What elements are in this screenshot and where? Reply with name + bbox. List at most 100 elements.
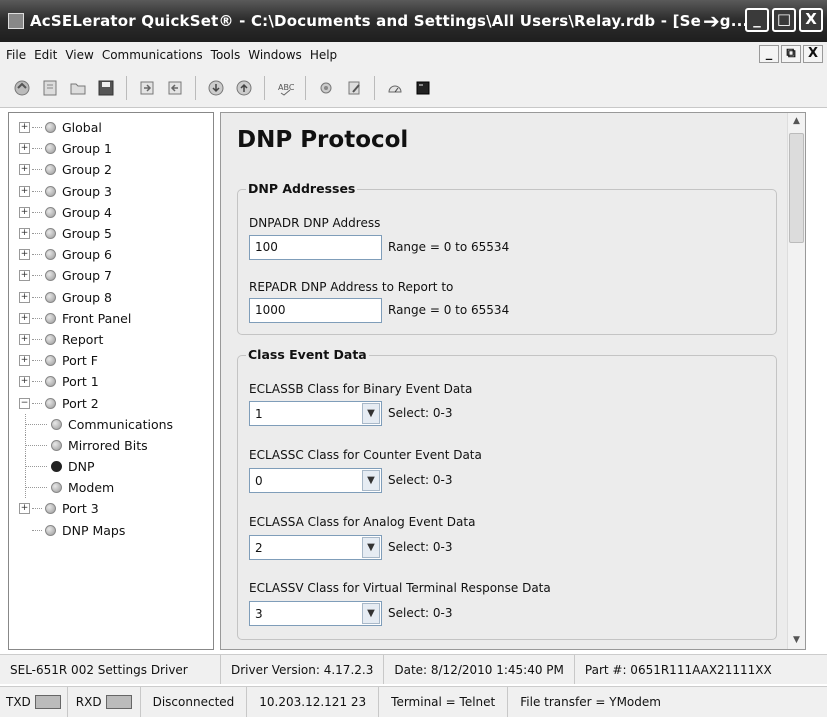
toolbar-separator xyxy=(305,75,306,100)
mdi-restore-button[interactable]: ⧉ xyxy=(781,45,801,63)
node-icon xyxy=(45,397,56,409)
mdi-minimize-button[interactable]: _ xyxy=(759,45,779,63)
dnpadr-input[interactable]: 100 xyxy=(249,235,382,260)
expand-icon[interactable]: + xyxy=(19,270,30,282)
tree-item-group-1[interactable]: + Group 1 xyxy=(9,138,213,159)
arrow-right-icon: ➔ xyxy=(703,9,720,33)
scroll-up-icon[interactable]: ▲ xyxy=(788,113,805,130)
node-icon xyxy=(45,228,56,240)
repadr-label: REPADR DNP Address to Report to xyxy=(249,280,454,294)
tree-connector xyxy=(32,127,42,129)
scroll-down-icon[interactable]: ▼ xyxy=(788,632,805,649)
chevron-down-icon[interactable]: ▼ xyxy=(362,470,380,491)
edit-icon[interactable] xyxy=(342,76,366,100)
tree-item-group-4[interactable]: + Group 4 xyxy=(9,202,213,223)
scroll-thumb[interactable] xyxy=(789,133,804,243)
expand-icon[interactable]: + xyxy=(19,228,30,240)
tree-item-dnp[interactable]: DNP xyxy=(9,456,213,478)
expand-icon[interactable]: + xyxy=(19,333,30,345)
minimize-button[interactable]: _ xyxy=(745,8,769,32)
tree-item-group-5[interactable]: + Group 5 xyxy=(9,223,213,244)
receive-icon[interactable] xyxy=(163,76,187,100)
menu-windows[interactable]: Windows xyxy=(248,48,302,62)
new-icon[interactable] xyxy=(38,76,62,100)
expand-icon[interactable]: + xyxy=(19,291,30,303)
tree-connector xyxy=(32,190,42,192)
eclassv-label: ECLASSV Class for Virtual Terminal Respo… xyxy=(249,581,551,595)
expand-icon[interactable]: + xyxy=(19,312,30,324)
dnpadr-range: Range = 0 to 65534 xyxy=(388,240,510,254)
tree-item-group-6[interactable]: + Group 6 xyxy=(9,244,213,265)
open-icon[interactable] xyxy=(10,76,34,100)
tree-item-label: DNP xyxy=(68,459,95,475)
menu-edit[interactable]: Edit xyxy=(34,48,57,62)
repadr-input[interactable]: 1000 xyxy=(249,298,382,323)
tree-item-port-1[interactable]: + Port 1 xyxy=(9,371,213,392)
terminal-type: Terminal = Telnet xyxy=(379,687,509,717)
expand-icon[interactable]: + xyxy=(19,355,30,367)
spellcheck-icon[interactable]: ABC xyxy=(273,76,297,100)
expand-icon[interactable]: + xyxy=(19,143,30,155)
terminal-icon[interactable] xyxy=(411,76,435,100)
tree-item-port-2[interactable]: − Port 2 xyxy=(9,392,213,413)
menu-help[interactable]: Help xyxy=(310,48,337,62)
eclassv-select[interactable]: 3 ▼ xyxy=(249,601,382,626)
eclassc-hint: Select: 0-3 xyxy=(388,473,453,487)
expand-icon[interactable]: + xyxy=(19,206,30,218)
tree-item-label: Port 1 xyxy=(62,374,99,390)
menu-view[interactable]: View xyxy=(65,48,93,62)
save-icon[interactable] xyxy=(94,76,118,100)
tree-item-group-3[interactable]: + Group 3 xyxy=(9,181,213,202)
send-icon[interactable] xyxy=(135,76,159,100)
tree-item-group-7[interactable]: + Group 7 xyxy=(9,265,213,286)
menu-tools[interactable]: Tools xyxy=(211,48,241,62)
expand-icon[interactable]: + xyxy=(19,249,30,261)
hmi-icon[interactable] xyxy=(383,76,407,100)
settings-icon[interactable] xyxy=(314,76,338,100)
expand-icon[interactable]: + xyxy=(19,164,30,176)
eclassa-select[interactable]: 2 ▼ xyxy=(249,535,382,560)
tree-item-label: Group 4 xyxy=(62,204,112,220)
tree-item-label: Group 5 xyxy=(62,226,112,242)
expand-icon[interactable]: + xyxy=(19,503,30,515)
tree-item-port-f[interactable]: + Port F xyxy=(9,350,213,371)
chevron-down-icon[interactable]: ▼ xyxy=(362,403,380,424)
node-icon xyxy=(45,185,56,197)
tree-item-port-3[interactable]: + Port 3 xyxy=(9,498,213,519)
tree-item-group-2[interactable]: + Group 2 xyxy=(9,159,213,180)
page-title: DNP Protocol xyxy=(237,127,409,153)
tree-item-report[interactable]: + Report xyxy=(9,329,213,350)
app-icon xyxy=(8,13,24,29)
chevron-down-icon[interactable]: ▼ xyxy=(362,537,380,558)
tree-connector xyxy=(32,381,42,383)
node-icon xyxy=(45,333,56,345)
menu-file[interactable]: File xyxy=(6,48,26,62)
close-button[interactable]: X xyxy=(799,8,823,32)
tree-connector xyxy=(32,211,42,213)
expand-icon[interactable]: + xyxy=(19,122,30,134)
eclassb-select[interactable]: 1 ▼ xyxy=(249,401,382,426)
expand-icon[interactable]: + xyxy=(19,185,30,197)
tree-item-front-panel[interactable]: + Front Panel xyxy=(9,308,213,329)
collapse-icon[interactable]: − xyxy=(19,397,30,409)
tree-item-modem[interactable]: Modem xyxy=(9,477,213,499)
folder-icon[interactable] xyxy=(66,76,90,100)
vertical-scrollbar[interactable]: ▲ ▼ xyxy=(787,113,805,649)
tree-item-dnp-maps[interactable]: DNP Maps xyxy=(9,520,213,541)
tree-connector xyxy=(32,169,42,171)
tree-item-global[interactable]: + Global xyxy=(9,117,213,138)
chevron-down-icon[interactable]: ▼ xyxy=(362,603,380,624)
tree-item-communications[interactable]: Communications xyxy=(9,413,213,435)
eclassc-select[interactable]: 0 ▼ xyxy=(249,468,382,493)
tree-connector xyxy=(32,317,42,319)
menu-communications[interactable]: Communications xyxy=(102,48,203,62)
maximize-button[interactable]: □ xyxy=(772,8,796,32)
tree-item-mirrored-bits[interactable]: Mirrored Bits xyxy=(9,434,213,456)
expand-icon[interactable]: + xyxy=(19,376,30,388)
mdi-close-button[interactable]: X xyxy=(803,45,823,63)
down-arrow-icon[interactable] xyxy=(204,76,228,100)
up-arrow-icon[interactable] xyxy=(232,76,256,100)
node-icon xyxy=(45,503,56,515)
tree-item-group-8[interactable]: + Group 8 xyxy=(9,287,213,308)
node-icon xyxy=(51,418,62,430)
